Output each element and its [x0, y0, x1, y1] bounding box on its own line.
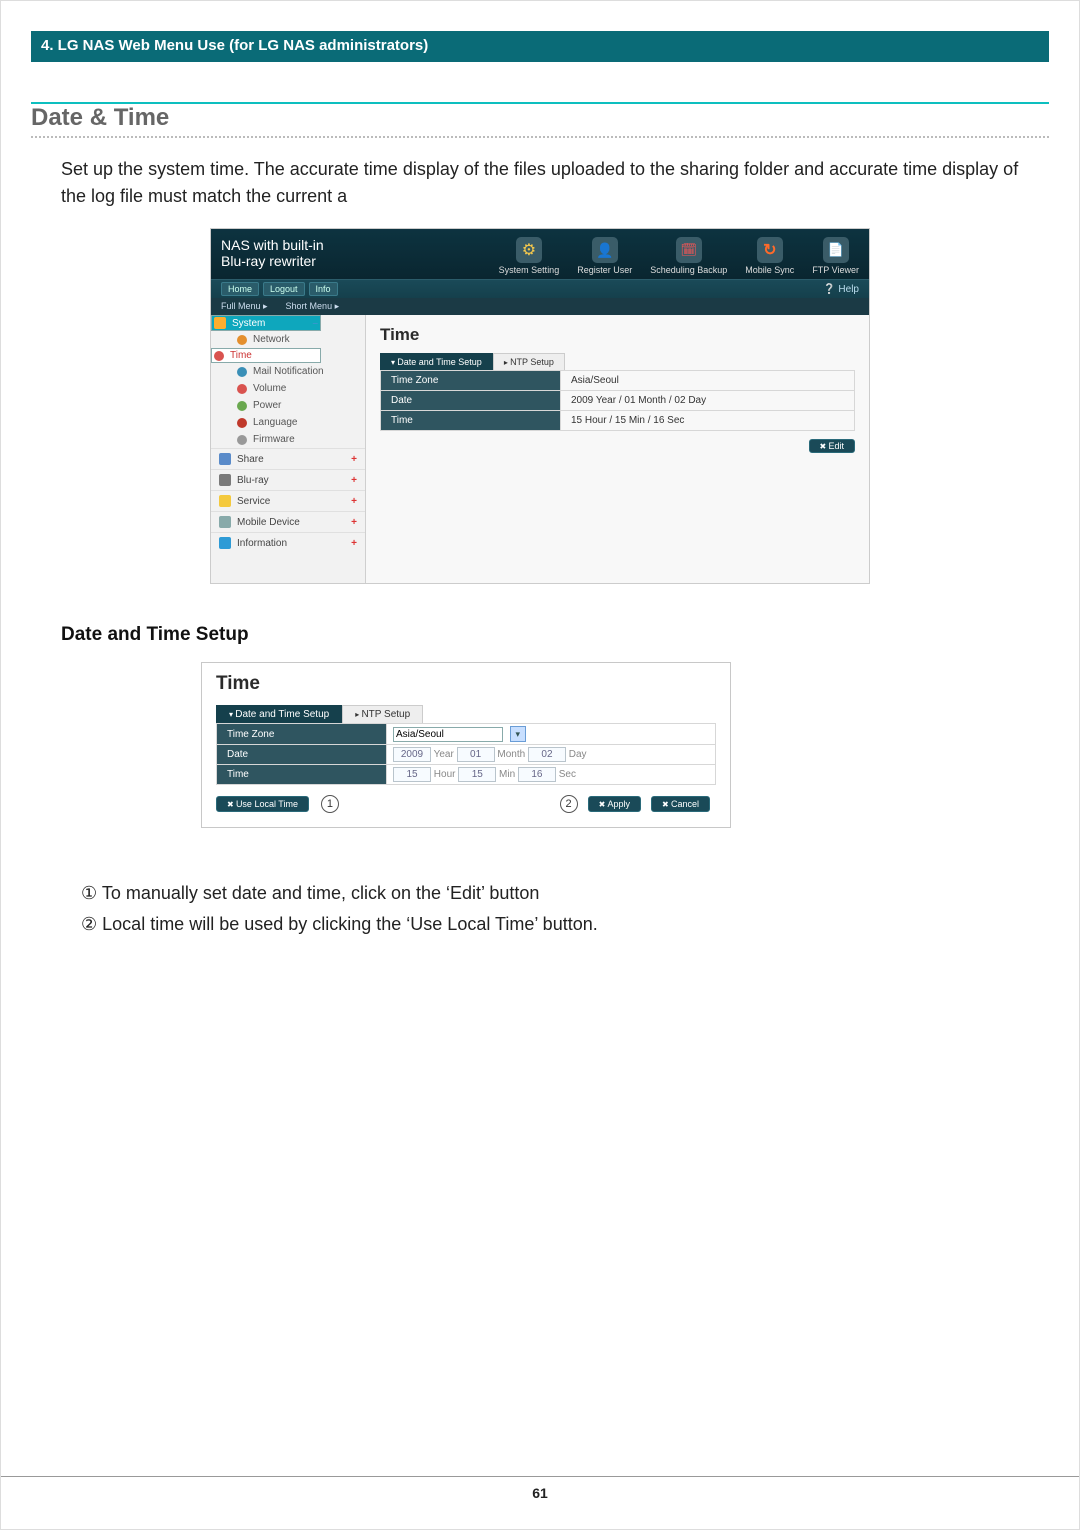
edit-button[interactable]: Edit [809, 439, 855, 453]
year-label: Year [434, 749, 454, 760]
timezone-select[interactable] [393, 727, 503, 742]
sidebar-item-mail-notification[interactable]: Mail Notification [211, 363, 365, 380]
date-label: Date [217, 745, 387, 765]
full-menu-toggle[interactable]: Full Menu ▸ [221, 301, 268, 312]
register-user-icon[interactable]: Register User [577, 237, 632, 275]
use-local-time-button[interactable]: Use Local Time [216, 796, 309, 812]
sidebar-cat-system[interactable]: System– [211, 315, 321, 331]
admin-ui-screenshot: NAS with built-in Blu-ray rewriter Syste… [210, 228, 870, 584]
logout-button[interactable]: Logout [263, 282, 305, 296]
year-input[interactable] [393, 747, 431, 762]
tz-label: Time Zone [217, 724, 387, 745]
intro-text: Set up the system time. The accurate tim… [61, 156, 1041, 210]
month-label: Month [497, 749, 525, 760]
sidebar-item-power[interactable]: Power [211, 397, 365, 414]
hour-label: Hour [434, 769, 456, 780]
sidebar-item-firmware[interactable]: Firmware [211, 431, 365, 448]
time-label: Time [217, 765, 387, 785]
page-title: Date & Time [31, 104, 1049, 138]
tab-date-time-setup[interactable]: Date and Time Setup [380, 353, 493, 370]
product-name: NAS with built-in Blu-ray rewriter [221, 237, 324, 269]
month-input[interactable] [457, 747, 495, 762]
sidebar-item-volume[interactable]: Volume [211, 380, 365, 397]
cancel-button[interactable]: Cancel [651, 796, 710, 812]
apply-button[interactable]: Apply [588, 796, 641, 812]
day-label: Day [569, 749, 587, 760]
sidebar-cat-information[interactable]: Information+ [211, 532, 365, 553]
tab-ntp-setup[interactable]: NTP Setup [493, 353, 565, 370]
sidebar-item-time[interactable]: Time [211, 348, 321, 363]
min-input[interactable] [458, 767, 496, 782]
min-label: Min [499, 769, 515, 780]
chapter-title: 4. LG NAS Web Menu Use (for LG NAS admin… [41, 37, 428, 54]
list-item: ② Local time will be used by clicking th… [81, 909, 1049, 940]
list-number-2: ② [81, 914, 97, 934]
date-value: 2009 Year / 01 Month / 02 Day [561, 391, 855, 411]
list-item: ① To manually set date and time, click o… [81, 878, 1049, 909]
chapter-header: 4. LG NAS Web Menu Use (for LG NAS admin… [31, 31, 1049, 62]
day-input[interactable] [528, 747, 566, 762]
mobile-sync-icon[interactable]: Mobile Sync [745, 237, 794, 275]
content-heading: Time [380, 325, 855, 345]
info-button[interactable]: Info [309, 282, 338, 296]
home-button[interactable]: Home [221, 282, 259, 296]
list-text-1: To manually set date and time, click on … [102, 883, 540, 903]
time-edit-table: Time Zone ▾ Date Year Month Day [216, 723, 716, 785]
time-label: Time [381, 411, 561, 431]
subsection-heading: Date and Time Setup [61, 624, 1049, 646]
sidebar-cat-bluray[interactable]: Blu-ray+ [211, 469, 365, 490]
help-link[interactable]: Help [823, 284, 859, 295]
hour-input[interactable] [393, 767, 431, 782]
sidebar-item-language[interactable]: Language [211, 414, 365, 431]
short-menu-toggle[interactable]: Short Menu ▸ [286, 301, 340, 312]
instruction-list: ① To manually set date and time, click o… [81, 878, 1049, 939]
scheduling-backup-icon[interactable]: Scheduling Backup [650, 237, 727, 275]
tab-ntp-setup[interactable]: NTP Setup [342, 705, 423, 723]
ftp-viewer-icon[interactable]: FTP Viewer [812, 237, 859, 275]
sec-input[interactable] [518, 767, 556, 782]
page-footer: 61 [1, 1476, 1079, 1501]
system-setting-icon[interactable]: System Setting [499, 237, 560, 275]
tz-label: Time Zone [381, 371, 561, 391]
edit-form-screenshot: Time Date and Time Setup NTP Setup Time … [201, 662, 731, 828]
tab-date-time-setup[interactable]: Date and Time Setup [216, 705, 342, 723]
callout-2: 2 [560, 795, 578, 813]
page-number: 61 [532, 1485, 548, 1501]
sidebar-cat-mobile-device[interactable]: Mobile Device+ [211, 511, 365, 532]
list-number-1: ① [81, 883, 97, 903]
time-info-table: Time Zone Asia/Seoul Date 2009 Year / 01… [380, 370, 855, 431]
form-heading: Time [216, 673, 716, 695]
sidebar: System– Network Time Mail Notification V… [211, 315, 366, 583]
sec-label: Sec [559, 769, 576, 780]
tz-value: Asia/Seoul [561, 371, 855, 391]
sidebar-item-network[interactable]: Network [211, 331, 365, 348]
sidebar-cat-service[interactable]: Service+ [211, 490, 365, 511]
sidebar-cat-share[interactable]: Share+ [211, 448, 365, 469]
chevron-down-icon[interactable]: ▾ [510, 726, 526, 742]
list-text-2: Local time will be used by clicking the … [102, 914, 598, 934]
date-label: Date [381, 391, 561, 411]
callout-1: 1 [321, 795, 339, 813]
time-value: 15 Hour / 15 Min / 16 Sec [561, 411, 855, 431]
